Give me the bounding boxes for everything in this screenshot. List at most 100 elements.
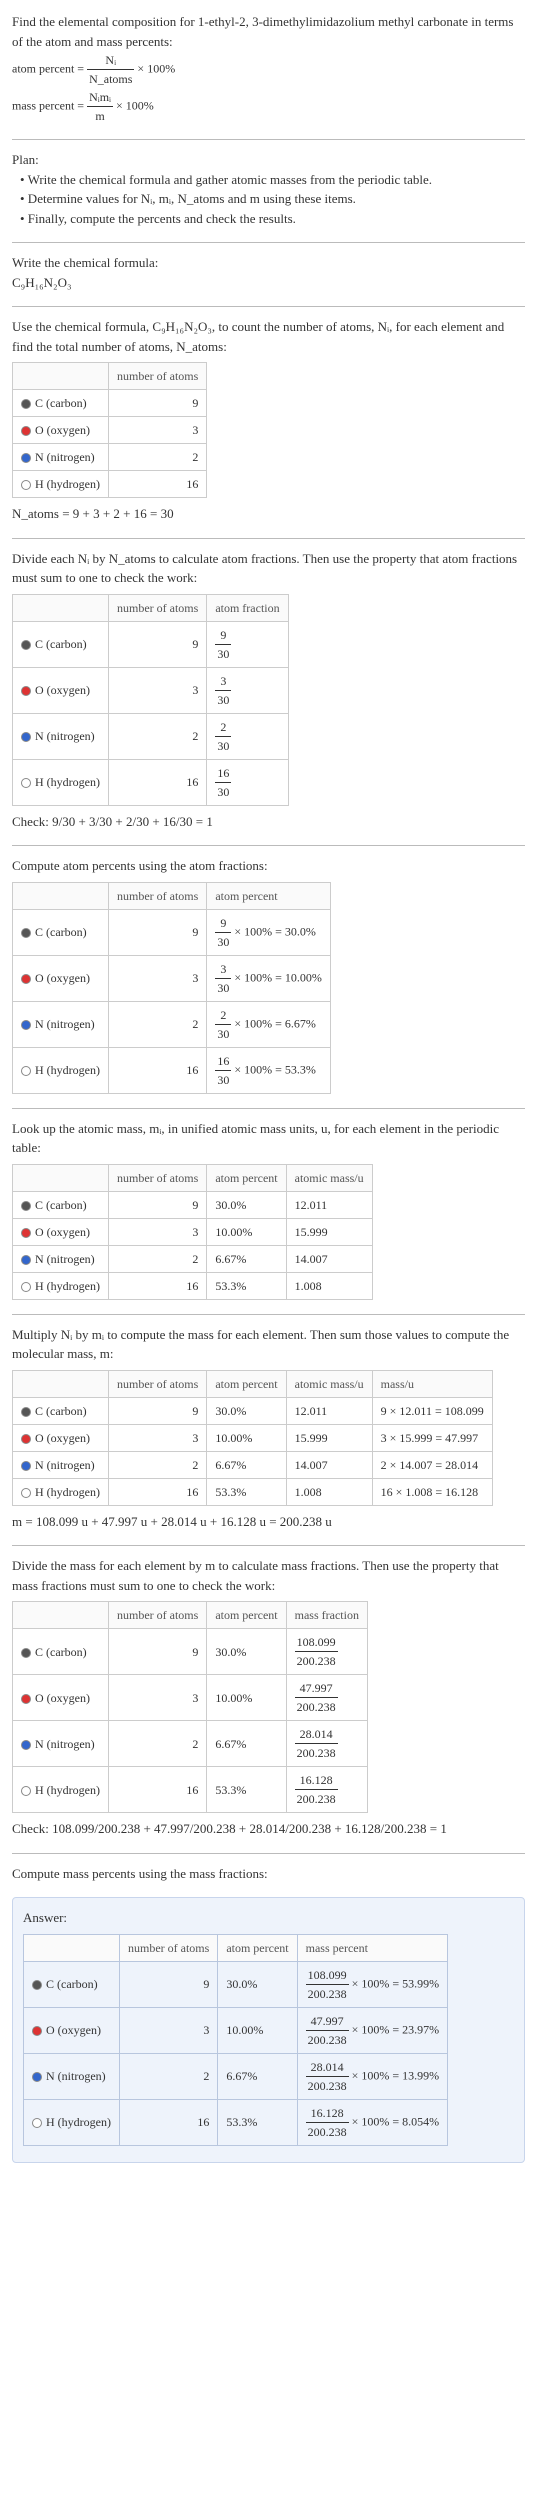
element-swatch-icon <box>21 453 31 463</box>
step-heading: Write the chemical formula: <box>12 253 525 273</box>
element-swatch-icon <box>21 1740 31 1750</box>
table-row: O (oxygen)3330 × 100% = 10.00% <box>13 955 331 1001</box>
table-row: H (hydrogen)161630 × 100% = 53.3% <box>13 1047 331 1093</box>
table-row: O (oxygen)310.00%47.997200.238 × 100% = … <box>24 2007 448 2053</box>
element-swatch-icon <box>21 1228 31 1238</box>
step-text: Look up the atomic mass, mᵢ, in unified … <box>12 1119 525 1158</box>
element-swatch-icon <box>21 426 31 436</box>
atoms-table: number of atoms C (carbon)9O (oxygen)3N … <box>12 362 207 498</box>
fraction-icon: 47.997200.238 <box>306 2012 349 2049</box>
table-row: H (hydrogen)161630 <box>13 759 289 805</box>
table-row: H (hydrogen)1653.3%1.008 <box>13 1272 373 1299</box>
table-row: H (hydrogen)1653.3%16.128200.238 <box>13 1767 368 1813</box>
element-swatch-icon <box>21 686 31 696</box>
table-row: O (oxygen)310.00%15.9993 × 15.999 = 47.9… <box>13 1424 493 1451</box>
element-swatch-icon <box>21 1282 31 1292</box>
fraction-icon: 28.014200.238 <box>306 2058 349 2095</box>
table-row: N (nitrogen)2 <box>13 444 207 471</box>
plan-bullet: • Finally, compute the percents and chec… <box>20 209 525 229</box>
step-text: Compute atom percents using the atom fra… <box>12 856 525 876</box>
plan: Plan: • Write the chemical formula and g… <box>12 150 525 228</box>
step-atom-percents: Compute atom percents using the atom fra… <box>12 856 525 1094</box>
table-row: C (carbon)9930 <box>13 621 289 667</box>
fraction-icon: 930 <box>215 626 231 663</box>
step-text: Divide each Nᵢ by N_atoms to calculate a… <box>12 549 525 588</box>
table-row: N (nitrogen)26.67%14.0072 × 14.007 = 28.… <box>13 1451 493 1478</box>
divider <box>12 1853 525 1854</box>
step-text: Use the chemical formula, C₉H₁₆N₂O₃, to … <box>12 317 525 356</box>
check-equation: Check: 9/30 + 3/30 + 2/30 + 16/30 = 1 <box>12 812 525 832</box>
answer-box: Answer: number of atomsatom percentmass … <box>12 1897 525 2163</box>
atomic-mass-table: number of atomsatom percentatomic mass/u… <box>12 1164 373 1300</box>
plan-bullet: • Write the chemical formula and gather … <box>20 170 525 190</box>
table-row: N (nitrogen)26.67%28.014200.238 × 100% =… <box>24 2053 448 2099</box>
table-row: H (hydrogen)1653.3%1.00816 × 1.008 = 16.… <box>13 1478 493 1505</box>
fraction-icon: 230 <box>215 1006 231 1043</box>
element-swatch-icon <box>21 928 31 938</box>
fraction-icon: 28.014200.238 <box>295 1725 338 1762</box>
table-row: N (nitrogen)2230 × 100% = 6.67% <box>13 1001 331 1047</box>
step-count-atoms: Use the chemical formula, C₉H₁₆N₂O₃, to … <box>12 317 525 524</box>
element-swatch-icon <box>32 2026 42 2036</box>
step-mass-percents: Compute mass percents using the mass fra… <box>12 1864 525 1884</box>
fraction-icon: 16.128200.238 <box>295 1771 338 1808</box>
table-row: O (oxygen)3330 <box>13 667 289 713</box>
element-swatch-icon <box>21 1407 31 1417</box>
step-text: Compute mass percents using the mass fra… <box>12 1864 525 1884</box>
plan-bullet: • Determine values for Nᵢ, mᵢ, N_atoms a… <box>20 189 525 209</box>
prompt-text: Find the elemental composition for 1-eth… <box>12 12 525 51</box>
table-row: N (nitrogen)2230 <box>13 713 289 759</box>
fraction-icon: 1630 <box>215 764 231 801</box>
mass-fraction-table: number of atomsatom percentmass fraction… <box>12 1601 368 1813</box>
chemical-formula: C₉H₁₆N₂O₃ <box>12 273 525 293</box>
table-row: O (oxygen)310.00%47.997200.238 <box>13 1675 368 1721</box>
table-row: C (carbon)930.0%12.011 <box>13 1191 373 1218</box>
fraction-icon: 108.099200.238 <box>295 1633 338 1670</box>
element-swatch-icon <box>21 1694 31 1704</box>
table-row: C (carbon)930.0%12.0119 × 12.011 = 108.0… <box>13 1397 493 1424</box>
answer-heading: Answer: <box>23 1908 514 1928</box>
element-swatch-icon <box>21 480 31 490</box>
divider <box>12 139 525 140</box>
fraction-icon: 16.128200.238 <box>306 2104 349 2141</box>
divider <box>12 1108 525 1109</box>
fraction-icon: Nᵢmᵢm <box>87 88 113 125</box>
step-atomic-mass: Look up the atomic mass, mᵢ, in unified … <box>12 1119 525 1300</box>
intro: Find the elemental composition for 1-eth… <box>12 12 525 125</box>
element-swatch-icon <box>21 1201 31 1211</box>
table-row: C (carbon)9930 × 100% = 30.0% <box>13 909 331 955</box>
table-row: C (carbon)9 <box>13 390 207 417</box>
mass-percent-formula: mass percent = Nᵢmᵢm × 100% <box>12 88 525 125</box>
divider <box>12 538 525 539</box>
answer-table: number of atomsatom percentmass percent … <box>23 1934 448 2146</box>
table-row: N (nitrogen)26.67%14.007 <box>13 1245 373 1272</box>
element-swatch-icon <box>21 1066 31 1076</box>
element-swatch-icon <box>32 1980 42 1990</box>
step-text: Divide the mass for each element by m to… <box>12 1556 525 1595</box>
element-swatch-icon <box>21 974 31 984</box>
step-mass-fractions: Divide the mass for each element by m to… <box>12 1556 525 1839</box>
divider <box>12 1314 525 1315</box>
element-swatch-icon <box>21 1461 31 1471</box>
fraction-icon: NᵢN_atoms <box>87 51 134 88</box>
mass-table: number of atomsatom percentatomic mass/u… <box>12 1370 493 1506</box>
atom-fraction-table: number of atomsatom fraction C (carbon)9… <box>12 594 289 806</box>
fraction-icon: 108.099200.238 <box>306 1966 349 2003</box>
fraction-icon: 47.997200.238 <box>295 1679 338 1716</box>
atom-percent-formula: atom percent = NᵢN_atoms × 100% <box>12 51 525 88</box>
element-swatch-icon <box>21 1488 31 1498</box>
step-atom-fractions: Divide each Nᵢ by N_atoms to calculate a… <box>12 549 525 832</box>
divider <box>12 845 525 846</box>
table-row: H (hydrogen)16 <box>13 471 207 498</box>
element-swatch-icon <box>21 778 31 788</box>
table-row: O (oxygen)3 <box>13 417 207 444</box>
element-swatch-icon <box>21 1255 31 1265</box>
element-swatch-icon <box>21 1648 31 1658</box>
element-swatch-icon <box>21 399 31 409</box>
fraction-icon: 1630 <box>215 1052 231 1089</box>
step-text: Multiply Nᵢ by mᵢ to compute the mass fo… <box>12 1325 525 1364</box>
step-formula: Write the chemical formula: C₉H₁₆N₂O₃ <box>12 253 525 292</box>
element-swatch-icon <box>32 2072 42 2082</box>
fraction-icon: 330 <box>215 672 231 709</box>
table-row: N (nitrogen)26.67%28.014200.238 <box>13 1721 368 1767</box>
